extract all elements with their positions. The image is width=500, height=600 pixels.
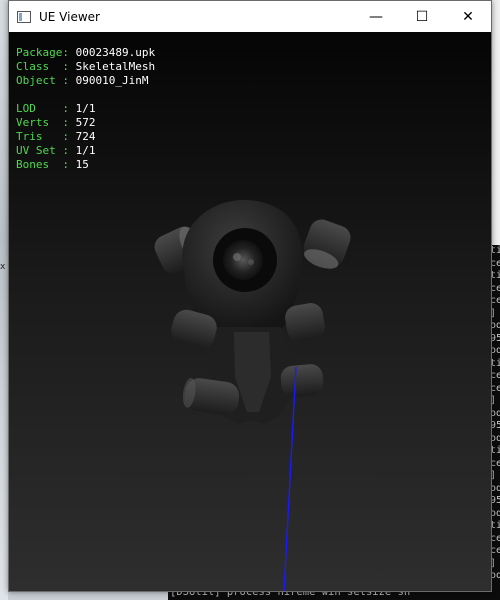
info-label: Tris : [16, 130, 76, 143]
window-controls: — ☐ ✕ [353, 1, 491, 32]
info-label: Object : [16, 74, 76, 87]
info-label: Package: [16, 46, 76, 59]
info-value: 00023489.upk [75, 46, 156, 59]
info-row: Class : SkeletalMesh [16, 60, 155, 74]
info-value: 1/1 [75, 144, 96, 157]
close-button[interactable]: ✕ [445, 1, 491, 32]
info-value: 572 [75, 116, 96, 129]
info-row: Object : 090010_JinM [16, 74, 155, 88]
info-label: LOD : [16, 102, 76, 115]
info-value: 15 [75, 158, 89, 171]
info-row: Verts : 572 [16, 116, 155, 130]
desktop-background [0, 0, 8, 600]
window-title: UE Viewer [39, 9, 100, 24]
info-row: Tris : 724 [16, 130, 155, 144]
info-value: 724 [75, 130, 96, 143]
info-label: Class : [16, 60, 76, 73]
info-row: UV Set : 1/1 [16, 144, 155, 158]
mesh-info-overlay: Package: 00023489.upk Class : SkeletalMes… [16, 46, 155, 172]
info-value: SkeletalMesh [75, 60, 156, 73]
close-icon: ✕ [462, 8, 474, 25]
3d-viewport[interactable]: Package: 00023489.upk Class : SkeletalMes… [9, 32, 491, 591]
info-row: Bones : 15 [16, 158, 155, 172]
title-bar[interactable]: UE Viewer — ☐ ✕ [9, 1, 491, 32]
info-label: Verts : [16, 116, 76, 129]
minimize-button[interactable]: — [353, 1, 399, 32]
info-row: LOD : 1/1 [16, 102, 155, 116]
info-value: 090010_JinM [75, 74, 149, 87]
maximize-button[interactable]: ☐ [399, 1, 445, 32]
maximize-icon: ☐ [415, 8, 429, 25]
info-row: Package: 00023489.upk [16, 46, 155, 60]
app-window-icon [17, 10, 31, 23]
info-label: Bones : [16, 158, 76, 171]
ue-viewer-window: UE Viewer — ☐ ✕ Package: 00023489.upk Cl… [8, 0, 492, 592]
minimize-icon: — [369, 8, 383, 25]
background-window-mark: x [0, 262, 6, 272]
info-label: UV Set : [16, 144, 76, 157]
skeletal-mesh-model [154, 200, 351, 424]
info-value: 1/1 [75, 102, 96, 115]
